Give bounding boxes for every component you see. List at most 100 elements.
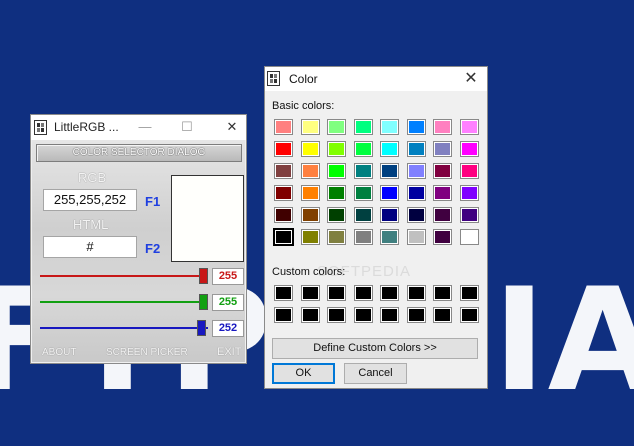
define-custom-colors-button[interactable]: Define Custom Colors >> <box>272 338 478 359</box>
littlergb-titlebar[interactable]: LittleRGB ... — ☐ ✕ <box>31 115 246 140</box>
littlergb-window: LittleRGB ... — ☐ ✕ COLOR SELECTOR DIALO… <box>30 114 247 364</box>
green-value: 255 <box>212 294 244 311</box>
custom-color-swatch[interactable] <box>274 307 293 323</box>
custom-color-swatch[interactable] <box>380 285 399 301</box>
blue-slider[interactable] <box>40 319 208 337</box>
rgb-input[interactable]: 255,255,252 <box>43 189 137 211</box>
basic-color-swatch[interactable] <box>274 163 293 179</box>
custom-color-swatch[interactable] <box>406 307 426 323</box>
basic-color-swatch[interactable] <box>273 228 294 246</box>
basic-color-swatch[interactable] <box>433 163 452 179</box>
basic-color-swatch[interactable] <box>459 141 479 157</box>
custom-color-swatch[interactable] <box>433 307 452 323</box>
html-input[interactable]: # <box>43 236 137 258</box>
ok-button[interactable]: OK <box>272 363 335 384</box>
basic-color-swatch[interactable] <box>380 185 399 201</box>
basic-color-swatch[interactable] <box>380 163 399 179</box>
basic-color-swatch[interactable] <box>459 229 479 245</box>
custom-color-swatch[interactable] <box>459 307 479 323</box>
custom-color-swatch[interactable] <box>327 285 346 301</box>
basic-color-swatch[interactable] <box>459 185 479 201</box>
red-value: 255 <box>212 268 244 285</box>
custom-color-swatch[interactable] <box>459 285 479 301</box>
basic-color-swatch[interactable] <box>327 229 346 245</box>
basic-color-swatch[interactable] <box>353 185 373 201</box>
blue-value: 252 <box>212 320 244 337</box>
basic-color-swatch[interactable] <box>459 119 479 135</box>
basic-color-swatch[interactable] <box>433 207 452 223</box>
basic-color-swatch[interactable] <box>380 229 399 245</box>
basic-color-swatch[interactable] <box>380 141 399 157</box>
basic-color-swatch[interactable] <box>300 229 320 245</box>
basic-color-swatch[interactable] <box>327 119 346 135</box>
basic-color-swatch[interactable] <box>353 229 373 245</box>
basic-color-swatch[interactable] <box>274 141 293 157</box>
red-slider-thumb[interactable] <box>199 268 208 284</box>
exit-button[interactable]: EXIT <box>217 346 241 358</box>
screen-picker-button[interactable]: SCREEN PICKER <box>106 347 188 358</box>
basic-color-swatch[interactable] <box>406 207 426 223</box>
basic-color-swatch[interactable] <box>353 141 373 157</box>
littlergb-body: COLOR SELECTOR DIALOG RGB 255,255,252 F1… <box>32 140 245 362</box>
basic-color-swatch[interactable] <box>274 119 293 135</box>
custom-color-swatch[interactable] <box>406 285 426 301</box>
basic-color-swatch[interactable] <box>300 207 320 223</box>
close-icon[interactable]: ✕ <box>461 69 481 89</box>
basic-color-swatch[interactable] <box>353 119 373 135</box>
cancel-button[interactable]: Cancel <box>344 363 407 384</box>
basic-color-swatch[interactable] <box>274 185 293 201</box>
basic-color-swatch[interactable] <box>406 141 426 157</box>
custom-color-swatch[interactable] <box>433 285 452 301</box>
red-slider[interactable] <box>40 267 208 285</box>
custom-color-swatch[interactable] <box>300 307 320 323</box>
basic-colors-label: Basic colors: <box>272 100 335 112</box>
color-dialog-title: Color <box>289 72 318 86</box>
blue-slider-thumb[interactable] <box>197 320 206 336</box>
custom-color-swatch[interactable] <box>327 307 346 323</box>
color-selector-dialog-button[interactable]: COLOR SELECTOR DIALOG <box>36 144 242 162</box>
maximize-icon[interactable]: ☐ <box>176 118 198 136</box>
basic-color-swatch[interactable] <box>406 229 426 245</box>
basic-color-swatch[interactable] <box>300 119 320 135</box>
rgb-label: RGB <box>78 170 107 185</box>
basic-color-swatch[interactable] <box>433 185 452 201</box>
basic-color-swatch[interactable] <box>406 119 426 135</box>
basic-color-swatch[interactable] <box>406 185 426 201</box>
color-preview-swatch <box>171 175 244 262</box>
basic-color-swatch[interactable] <box>353 207 373 223</box>
minimize-icon[interactable]: — <box>134 118 156 136</box>
green-slider-thumb[interactable] <box>199 294 208 310</box>
custom-color-swatch[interactable] <box>274 285 293 301</box>
basic-color-swatch[interactable] <box>433 141 452 157</box>
basic-color-swatch[interactable] <box>300 141 320 157</box>
rgb-hotkey: F1 <box>145 194 161 209</box>
basic-color-swatch[interactable] <box>406 163 426 179</box>
about-button[interactable]: ABOUT <box>42 347 76 358</box>
green-slider[interactable] <box>40 293 208 311</box>
red-slider-track <box>40 275 208 277</box>
basic-color-swatch[interactable] <box>459 163 479 179</box>
basic-color-swatch[interactable] <box>380 119 399 135</box>
color-dialog-titlebar[interactable]: Color ✕ <box>265 67 487 91</box>
basic-color-swatch[interactable] <box>327 185 346 201</box>
close-icon[interactable]: ✕ <box>221 118 243 136</box>
basic-color-swatch[interactable] <box>327 163 346 179</box>
basic-color-swatch[interactable] <box>274 207 293 223</box>
custom-color-swatch[interactable] <box>300 285 320 301</box>
custom-color-swatch[interactable] <box>353 285 373 301</box>
app-icon <box>34 120 47 135</box>
basic-color-swatch[interactable] <box>353 163 373 179</box>
custom-color-swatch[interactable] <box>353 307 373 323</box>
basic-color-swatch[interactable] <box>327 141 346 157</box>
basic-color-swatch[interactable] <box>433 229 452 245</box>
basic-color-swatch[interactable] <box>459 207 479 223</box>
basic-color-swatch[interactable] <box>327 207 346 223</box>
custom-color-swatch[interactable] <box>380 307 399 323</box>
blue-slider-track <box>40 327 208 329</box>
basic-color-swatch[interactable] <box>300 163 320 179</box>
basic-color-swatch[interactable] <box>433 119 452 135</box>
basic-color-swatch[interactable] <box>380 207 399 223</box>
custom-colors-label: Custom colors: <box>272 266 346 278</box>
basic-color-swatch[interactable] <box>300 185 320 201</box>
app-icon <box>267 71 280 86</box>
